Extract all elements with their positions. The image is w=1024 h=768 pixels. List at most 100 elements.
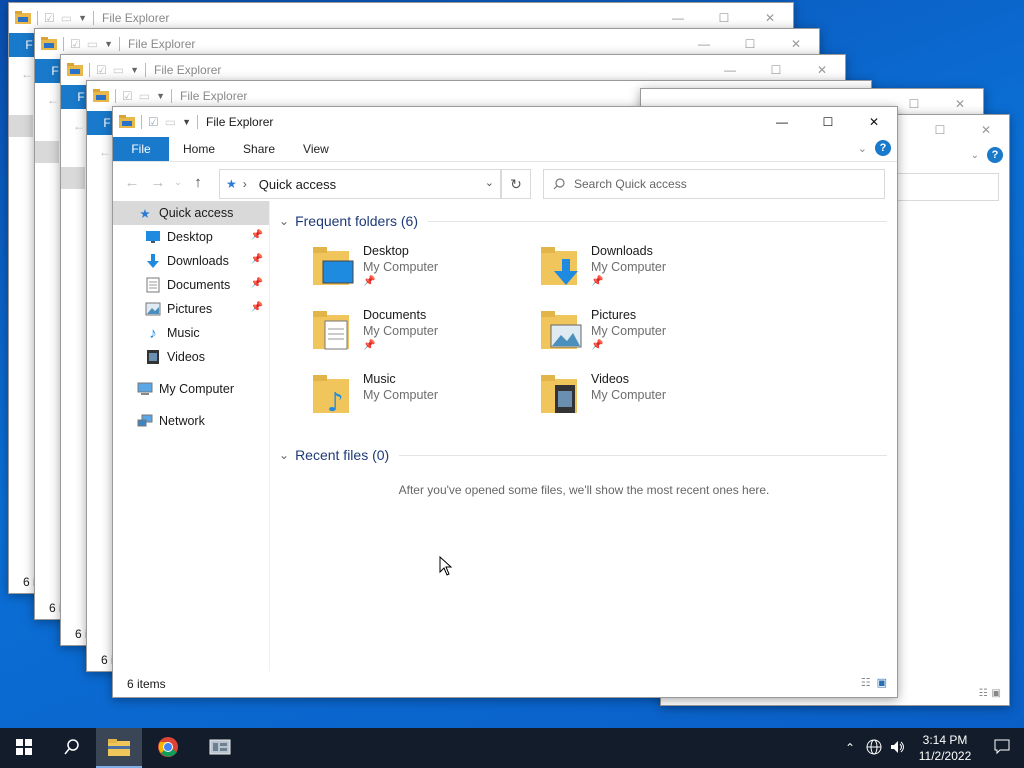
section-divider [399, 454, 887, 456]
search-input[interactable] [897, 173, 999, 201]
up-button[interactable]: ↑ [185, 169, 211, 195]
network-icon [137, 413, 153, 429]
tab-share[interactable]: Share [229, 137, 289, 161]
close-button[interactable]: ✕ [963, 115, 1009, 145]
file-explorer-window[interactable]: ☑ ▭ ▼ File Explorer — ☐ ✕ File Home Shar… [112, 106, 898, 698]
frequent-folders-header[interactable]: ⌄ Frequent folders (6) [279, 209, 897, 233]
expand-ribbon-icon[interactable]: ⌄ [858, 142, 867, 155]
back-icon[interactable]: ← [47, 93, 59, 107]
address-bar[interactable]: ★ › Quick access ⌄ [219, 169, 501, 199]
nav-this-pc[interactable]: My Computer [113, 377, 269, 401]
search-placeholder[interactable]: Search Quick access [574, 177, 687, 191]
folder-tile-desktop[interactable]: Desktop My Computer 📌 [311, 243, 531, 303]
back-arrow-icon: ← [124, 173, 140, 191]
pin-icon[interactable]: 📌 [251, 302, 263, 313]
taskbar-app[interactable] [194, 728, 246, 768]
start-button[interactable] [0, 728, 48, 768]
nav-documents[interactable]: Documents 📌 [113, 273, 269, 297]
details-view-icon[interactable]: ☷ [979, 688, 988, 699]
refresh-button[interactable]: ↻ [501, 169, 531, 199]
back-icon[interactable]: ← [99, 145, 111, 159]
nav-downloads[interactable]: Downloads 📌 [113, 249, 269, 273]
forward-button[interactable]: → [145, 169, 171, 195]
pin-icon[interactable]: 📌 [251, 254, 263, 265]
folder-tile-music[interactable]: ♪ Music My Computer [311, 371, 531, 431]
close-button[interactable]: ✕ [851, 107, 897, 137]
search-box[interactable]: Search Quick access [543, 169, 885, 199]
details-view-icon[interactable]: ☷ [861, 676, 871, 689]
recent-locations-button[interactable]: ⌄ [171, 169, 185, 195]
minimize-button[interactable]: — [759, 107, 805, 137]
folder-tile-documents[interactable]: Documents My Computer 📌 [311, 307, 531, 367]
properties-icon[interactable]: ☑ [148, 115, 159, 129]
tab-view[interactable]: View [289, 137, 343, 161]
folder-tile-downloads[interactable]: Downloads My Computer 📌 [539, 243, 759, 303]
new-folder-icon[interactable]: ▭ [61, 11, 72, 25]
maximize-button[interactable]: ☐ [805, 107, 851, 137]
pin-icon[interactable]: 📌 [251, 230, 263, 241]
nav-quick-access[interactable]: ★ Quick access [113, 201, 269, 225]
collapse-chevron-icon[interactable]: ⌄ [279, 448, 289, 462]
help-icon[interactable]: ? [875, 140, 891, 156]
properties-icon[interactable]: ☑ [122, 89, 133, 103]
pin-icon: 📌 [591, 276, 604, 287]
new-folder-icon[interactable]: ▭ [87, 37, 98, 51]
window-title: File Explorer [154, 63, 222, 77]
tab-home[interactable]: Home [169, 137, 229, 161]
nav-music[interactable]: ♪ Music [113, 321, 269, 345]
properties-icon[interactable]: ☑ [70, 37, 81, 51]
action-center-button[interactable] [980, 728, 1024, 768]
ribbon: File Home Share View ⌄ ? [113, 137, 897, 162]
customize-qat-icon[interactable]: ▼ [182, 117, 191, 127]
chevron-down-icon[interactable]: ▼ [78, 13, 87, 23]
back-button[interactable]: ← [119, 169, 145, 195]
collapse-chevron-icon[interactable]: ⌄ [279, 214, 289, 228]
folder-tile-videos[interactable]: Videos My Computer [539, 371, 759, 431]
search-button[interactable] [48, 728, 96, 768]
address-location[interactable]: Quick access [259, 177, 336, 192]
show-hidden-icons-button[interactable]: ⌃ [838, 728, 862, 768]
back-icon[interactable]: ← [21, 67, 33, 81]
large-icons-view-icon[interactable]: ▣ [877, 676, 887, 689]
chevron-down-icon[interactable]: ▼ [156, 91, 165, 101]
taskbar-file-explorer[interactable] [96, 728, 142, 768]
nav-network[interactable]: Network [113, 409, 269, 433]
properties-icon[interactable]: ☑ [96, 63, 107, 77]
chevron-down-icon[interactable]: ⌄ [971, 150, 979, 161]
window-title: File Explorer [102, 11, 170, 25]
clock[interactable]: 3:14 PM 11/2/2022 [910, 732, 980, 764]
folder-icon [15, 10, 31, 27]
folder-tile-pictures[interactable]: Pictures My Computer 📌 [539, 307, 759, 367]
new-folder-icon[interactable]: ▭ [165, 115, 176, 129]
new-folder-icon[interactable]: ▭ [139, 89, 150, 103]
downloads-icon [145, 253, 161, 269]
folder-icon [119, 114, 135, 131]
title-bar[interactable]: ☑ ▭ ▼ File Explorer — ☐ ✕ [113, 107, 897, 137]
nav-pictures[interactable]: Pictures 📌 [113, 297, 269, 321]
svg-text:♪: ♪ [327, 388, 344, 417]
navigation-bar: ← → ⌄ ↑ ★ › Quick access ⌄ ↻ Search Quic… [113, 162, 897, 202]
large-icons-view-icon[interactable]: ▣ [992, 688, 1001, 699]
volume-tray-button[interactable] [886, 728, 910, 768]
address-dropdown-icon[interactable]: ⌄ [485, 176, 494, 189]
back-icon[interactable]: ← [73, 119, 85, 133]
help-icon[interactable]: ? [987, 147, 1003, 163]
network-tray-button[interactable] [862, 728, 886, 768]
new-folder-icon[interactable]: ▭ [113, 63, 124, 77]
search-icon [544, 178, 574, 190]
recent-files-header[interactable]: ⌄ Recent files (0) [279, 443, 897, 467]
window-title: File Explorer [180, 89, 248, 103]
nav-videos[interactable]: Videos [113, 345, 269, 369]
nav-label: Downloads [167, 254, 229, 268]
nav-desktop[interactable]: Desktop 📌 [113, 225, 269, 249]
selected-nav-strip [35, 141, 59, 163]
view-switcher[interactable]: ☷ ▣ [979, 688, 1001, 699]
breadcrumb-separator[interactable]: › [243, 177, 247, 191]
taskbar-chrome[interactable] [142, 728, 194, 768]
chevron-down-icon[interactable]: ▼ [130, 65, 139, 75]
properties-icon[interactable]: ☑ [44, 11, 55, 25]
chevron-down-icon[interactable]: ▼ [104, 39, 113, 49]
pin-icon[interactable]: 📌 [251, 278, 263, 289]
file-tab[interactable]: File [113, 137, 169, 161]
maximize-button[interactable]: ☐ [917, 115, 963, 145]
